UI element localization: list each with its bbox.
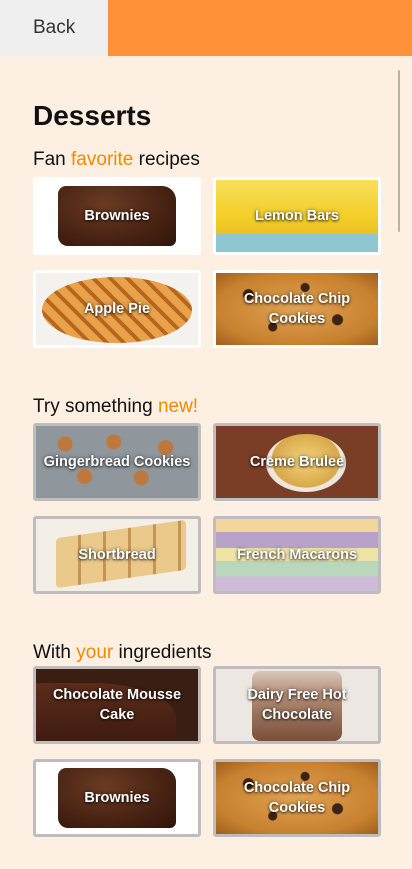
recipe-card-label: French Macarons: [236, 547, 358, 563]
recipe-card-brownies-2[interactable]: Brownies: [33, 759, 201, 837]
back-button[interactable]: Back: [0, 0, 108, 56]
recipe-card-brownies[interactable]: Brownies: [33, 177, 201, 255]
recipe-card-chocolate-chip-cookies-2[interactable]: Chocolate Chip Cookies: [213, 759, 381, 837]
recipe-card-label: Chocolate Chip Cookies: [243, 780, 351, 816]
section-heading-prefix: With: [33, 642, 77, 663]
recipe-card-label: Chocolate Chip Cookies: [243, 291, 351, 327]
recipe-card-creme-brulee[interactable]: Creme Brulee: [213, 423, 381, 501]
section-heading-your-ingredients: With your ingredients: [33, 642, 211, 664]
recipe-card-french-macarons[interactable]: French Macarons: [213, 516, 381, 594]
recipe-card-label: Creme Brulee: [249, 454, 345, 470]
page-title: Desserts: [33, 100, 152, 131]
recipe-card-label: Gingerbread Cookies: [43, 454, 191, 470]
recipe-card-dairy-free-hot-chocolate[interactable]: Dairy Free Hot Chocolate: [213, 666, 381, 744]
section-heading-prefix: Fan: [33, 149, 72, 170]
recipe-card-shortbread[interactable]: Shortbread: [33, 516, 201, 594]
section-heading-highlight: your: [76, 642, 114, 663]
recipe-card-label: Dairy Free Hot Chocolate: [247, 687, 347, 723]
recipe-card-apple-pie[interactable]: Apple Pie: [33, 270, 201, 348]
recipe-card-chocolate-chip-cookies[interactable]: Chocolate Chip Cookies: [213, 270, 381, 348]
recipe-card-lemon-bars[interactable]: Lemon Bars: [213, 177, 381, 255]
recipe-card-gingerbread-cookies[interactable]: Gingerbread Cookies: [33, 423, 201, 501]
recipe-card-chocolate-mousse-cake[interactable]: Chocolate Mousse Cake: [33, 666, 201, 744]
section-heading-highlight: new!: [157, 396, 199, 417]
recipe-card-label: Lemon Bars: [255, 208, 339, 224]
recipe-card-label: Brownies: [84, 790, 150, 806]
scrollbar[interactable]: [398, 70, 400, 232]
section-heading-highlight: favorite: [71, 149, 134, 170]
section-heading-suffix: recipes: [133, 149, 200, 170]
section-heading-prefix: Try something: [33, 396, 158, 417]
recipe-card-label: Apple Pie: [83, 301, 151, 317]
section-heading-suffix: ingredients: [113, 642, 212, 663]
recipe-card-label: Brownies: [84, 208, 150, 224]
recipe-card-label: Chocolate Mousse Cake: [52, 687, 182, 723]
recipe-card-label: Shortbread: [78, 547, 156, 563]
section-heading-new: Try something new!: [33, 396, 198, 418]
section-heading-favorites: Fan favorite recipes: [33, 149, 200, 171]
